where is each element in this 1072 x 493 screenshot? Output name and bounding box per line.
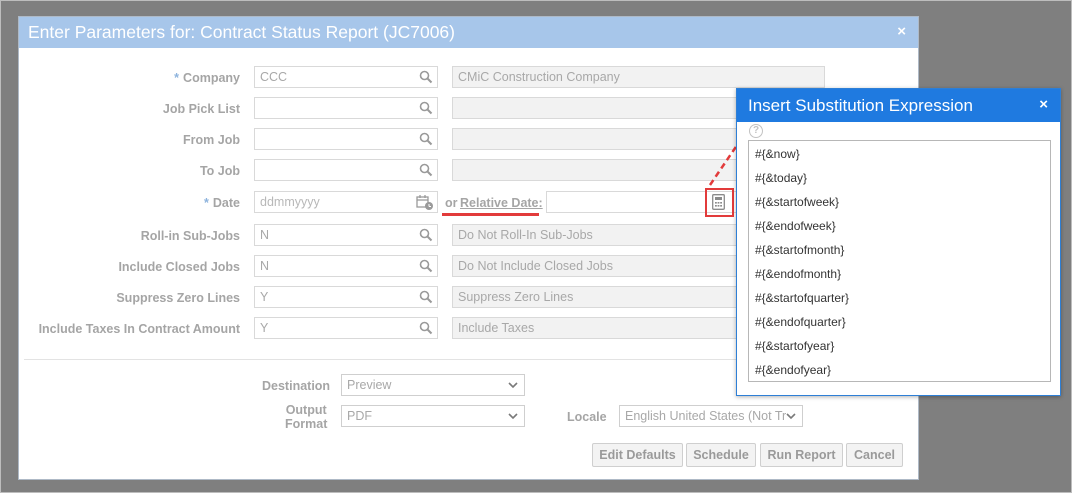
substitution-popup: Insert Substitution Expression × ? #{&no…: [736, 88, 1061, 396]
expression-list[interactable]: #{&now} #{&today} #{&startofweek} #{&end…: [748, 140, 1051, 382]
date-placeholder: ddmmyyyy: [260, 195, 320, 209]
company-value: CCC: [260, 70, 288, 84]
include-closed-input[interactable]: N: [254, 255, 438, 277]
search-icon[interactable]: [419, 259, 433, 273]
cancel-button[interactable]: Cancel: [846, 443, 903, 467]
expression-item[interactable]: #{&startofweek}: [755, 195, 839, 209]
job-pick-list-label: Job Pick List: [162, 102, 240, 116]
expression-item[interactable]: #{&endofyear}: [755, 363, 831, 377]
help-icon[interactable]: ?: [749, 124, 763, 138]
dialog-title: Enter Parameters for: Contract Status Re…: [28, 22, 455, 42]
run-report-button[interactable]: Run Report: [760, 443, 843, 467]
date-label: * Date: [204, 196, 240, 210]
schedule-button[interactable]: Schedule: [686, 443, 756, 467]
include-taxes-input[interactable]: Y: [254, 317, 438, 339]
search-icon[interactable]: [419, 163, 433, 177]
popup-close-button[interactable]: ×: [1039, 96, 1048, 113]
rollin-description-text: Do Not Roll-In Sub-Jobs: [458, 228, 593, 242]
expression-item[interactable]: #{&now}: [755, 147, 800, 161]
include-taxes-value: Y: [260, 321, 269, 335]
output-format-label: Output Format: [285, 403, 327, 431]
include-closed-description: Do Not Include Closed Jobs: [452, 255, 742, 277]
search-icon[interactable]: [419, 321, 433, 335]
include-closed-value: N: [260, 259, 270, 273]
annotation-underline: [442, 213, 539, 216]
from-job-input[interactable]: [254, 128, 438, 150]
required-marker: *: [204, 196, 209, 210]
destination-select[interactable]: Preview: [341, 374, 525, 396]
rollin-value: N: [260, 228, 270, 242]
job-pick-list-input[interactable]: [254, 97, 438, 119]
relative-date-label: Relative Date:: [460, 196, 543, 210]
expression-item[interactable]: #{&startofmonth}: [755, 243, 844, 257]
search-icon[interactable]: [419, 228, 433, 242]
rollin-label: Roll-in Sub-Jobs: [140, 229, 240, 243]
expression-item[interactable]: #{&today}: [755, 171, 807, 185]
expression-item[interactable]: #{&startofquarter}: [755, 291, 849, 305]
search-icon[interactable]: [419, 70, 433, 84]
locale-select[interactable]: English United States (Not Tr: [619, 405, 803, 427]
required-marker: *: [174, 71, 180, 85]
popup-header: Insert Substitution Expression ×: [737, 89, 1060, 122]
calendar-clock-icon[interactable]: [416, 194, 434, 211]
chevron-down-icon: [508, 382, 518, 389]
job-pick-list-description: [452, 97, 742, 119]
include-closed-description-text: Do Not Include Closed Jobs: [458, 259, 613, 273]
expression-item[interactable]: #{&endofweek}: [755, 219, 836, 233]
include-taxes-description: Include Taxes: [452, 317, 742, 339]
suppress-zero-value: Y: [260, 290, 269, 304]
output-format-label-line2: Format: [285, 417, 328, 431]
include-taxes-description-text: Include Taxes: [458, 321, 535, 335]
popup-title: Insert Substitution Expression: [748, 96, 973, 115]
destination-label: Destination: [262, 379, 331, 393]
include-closed-label: Include Closed Jobs: [118, 260, 240, 274]
rollin-description: Do Not Roll-In Sub-Jobs: [452, 224, 742, 246]
chevron-down-icon: [508, 413, 518, 420]
company-input[interactable]: CCC: [254, 66, 438, 88]
company-description-text: CMiC Construction Company: [458, 70, 620, 84]
to-job-label: To Job: [199, 164, 240, 178]
date-label-text: Date: [212, 196, 240, 210]
suppress-zero-input[interactable]: Y: [254, 286, 438, 308]
company-label: * Company: [174, 71, 240, 85]
suppress-zero-label: Suppress Zero Lines: [116, 291, 240, 305]
output-format-value: PDF: [347, 409, 372, 423]
calculator-icon[interactable]: [712, 194, 725, 210]
edit-defaults-button[interactable]: Edit Defaults: [592, 443, 683, 467]
date-input[interactable]: ddmmyyyy: [254, 191, 438, 213]
expression-item[interactable]: #{&endofquarter}: [755, 315, 846, 329]
search-icon[interactable]: [419, 101, 433, 115]
output-format-label-line1: Output: [285, 403, 327, 417]
company-description: CMiC Construction Company: [452, 66, 825, 88]
to-job-description: [452, 159, 742, 181]
locale-value: English United States (Not Tr: [625, 409, 787, 423]
or-text: or: [445, 196, 458, 210]
company-label-text: Company: [183, 71, 240, 85]
from-job-description: [452, 128, 742, 150]
suppress-zero-description: Suppress Zero Lines: [452, 286, 742, 308]
expression-item[interactable]: #{&startofyear}: [755, 339, 834, 353]
rollin-input[interactable]: N: [254, 224, 438, 246]
dialog-header: Enter Parameters for: Contract Status Re…: [19, 17, 918, 48]
locale-label: Locale: [567, 410, 607, 424]
search-icon[interactable]: [419, 290, 433, 304]
chevron-down-icon: [786, 413, 796, 420]
to-job-input[interactable]: [254, 159, 438, 181]
dialog-close-button[interactable]: ×: [897, 23, 906, 40]
search-icon[interactable]: [419, 132, 433, 146]
destination-value: Preview: [347, 378, 392, 392]
output-format-select[interactable]: PDF: [341, 405, 525, 427]
suppress-zero-description-text: Suppress Zero Lines: [458, 290, 574, 304]
include-taxes-label: Include Taxes In Contract Amount: [38, 322, 240, 336]
from-job-label: From Job: [183, 133, 240, 147]
expression-item[interactable]: #{&endofmonth}: [755, 267, 841, 281]
